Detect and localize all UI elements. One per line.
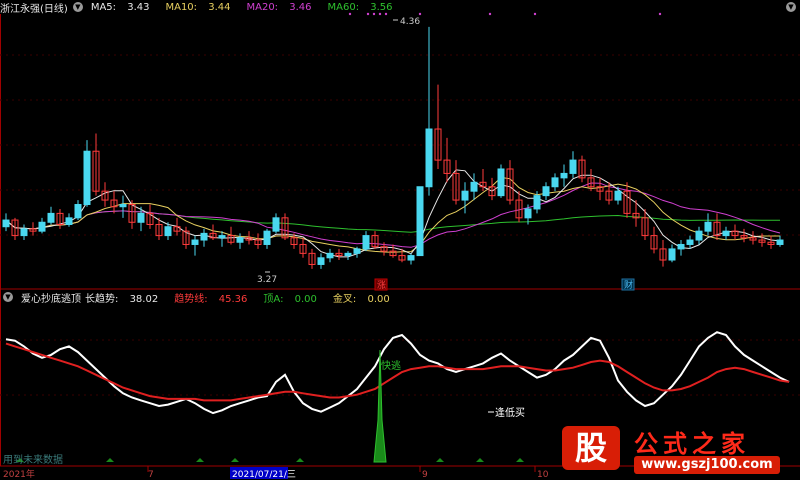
candle-body [38, 221, 46, 232]
top-dot [378, 12, 382, 16]
top-dot [488, 12, 492, 16]
small-signal [106, 458, 114, 462]
candle-body [236, 237, 244, 243]
candle-body [164, 226, 172, 237]
high-price-label: 4.36 [400, 17, 420, 27]
ma10-line [5, 176, 780, 253]
candle-body [695, 230, 703, 241]
top-dot [372, 12, 376, 16]
candle-body [776, 239, 784, 245]
stock-chart-window: 浙江永强(日线) ▼ MA5: 3.43 MA10: 3.44 MA20: 3.… [0, 0, 800, 480]
trendline-line [5, 342, 790, 402]
price-labels: 4.36 3.27 [257, 17, 420, 285]
top-dot-markers [348, 12, 662, 16]
candle-body [461, 190, 469, 201]
candle-body [551, 177, 559, 188]
candle-body [497, 168, 505, 197]
candle-body [263, 230, 271, 245]
x-axis-label-9: 9 [422, 470, 428, 480]
candle-body [119, 204, 127, 208]
candle-body [353, 248, 361, 254]
candle-body [614, 190, 622, 201]
candle-body [542, 186, 550, 197]
top-dot [348, 12, 352, 16]
ma60-line [5, 210, 780, 233]
candle-body [533, 195, 541, 210]
chart-canvas[interactable]: 4.36 3.27 涨 财 快逃 逢低买 用到未来数据 2021年 7 2021… [0, 0, 800, 480]
candle-body [317, 257, 325, 265]
x-axis: 2021年 7 2021/07/21/三 9 10 [3, 466, 549, 480]
buy-low-label: 逢低买 [495, 406, 525, 419]
top-dot [533, 12, 537, 16]
small-signal [296, 458, 304, 462]
top-dot [366, 12, 370, 16]
candle-body [200, 232, 208, 241]
candle-body [704, 221, 712, 232]
small-signal [196, 458, 204, 462]
candle-body [137, 212, 145, 223]
small-signal-marks [16, 458, 524, 462]
candle-body [686, 239, 694, 245]
x-axis-label-7: 7 [148, 470, 154, 480]
candle-body [218, 235, 226, 239]
candle-body [20, 228, 28, 237]
top-dot [418, 12, 422, 16]
x-axis-cursor-date: 2021/07/21/三 [232, 470, 296, 480]
candle-body [425, 128, 433, 188]
candle-body [668, 248, 676, 261]
small-signal [476, 458, 484, 462]
watermark-logo: 股 公式之家 www.gszj100.com [560, 422, 786, 478]
candle-body [407, 255, 415, 261]
top-dot [658, 12, 662, 16]
candle-body [722, 230, 730, 237]
small-signal [231, 458, 239, 462]
candle-body [344, 252, 352, 257]
candle-body [47, 212, 55, 223]
indicator-lines [5, 331, 790, 415]
candle-body [2, 219, 10, 228]
ma20-line [5, 182, 781, 248]
watermark-badge: 股 [562, 426, 620, 470]
watermark-url: www.gszj100.com [634, 456, 780, 474]
small-signal [516, 458, 524, 462]
low-price-label: 3.27 [257, 275, 277, 285]
finance-marker-label: 财 [624, 279, 633, 291]
small-signal [436, 458, 444, 462]
long-trend-line [5, 331, 790, 415]
candlesticks [2, 26, 784, 269]
watermark-title: 公式之家 [634, 430, 750, 458]
rise-marker-label: 涨 [377, 280, 386, 291]
candle-body [191, 239, 199, 245]
candle-body [416, 186, 424, 257]
candle-body [569, 159, 577, 174]
candle-body [326, 252, 334, 259]
candle-body [83, 150, 91, 206]
candle-body [677, 243, 685, 250]
moving-average-lines [5, 169, 781, 258]
candle-body [560, 172, 568, 179]
candle-body [470, 181, 478, 192]
candle-body [362, 235, 370, 250]
x-axis-label-10: 10 [537, 470, 549, 480]
candle-body [272, 217, 280, 232]
candle-body [524, 208, 532, 219]
future-data-note: 用到未来数据 [3, 453, 63, 466]
fast-escape-label: 快逃 [381, 359, 401, 372]
candle-body [74, 204, 82, 219]
candle-body [65, 217, 73, 225]
x-axis-label-year: 2021年 [3, 468, 35, 480]
top-dot [384, 12, 388, 16]
